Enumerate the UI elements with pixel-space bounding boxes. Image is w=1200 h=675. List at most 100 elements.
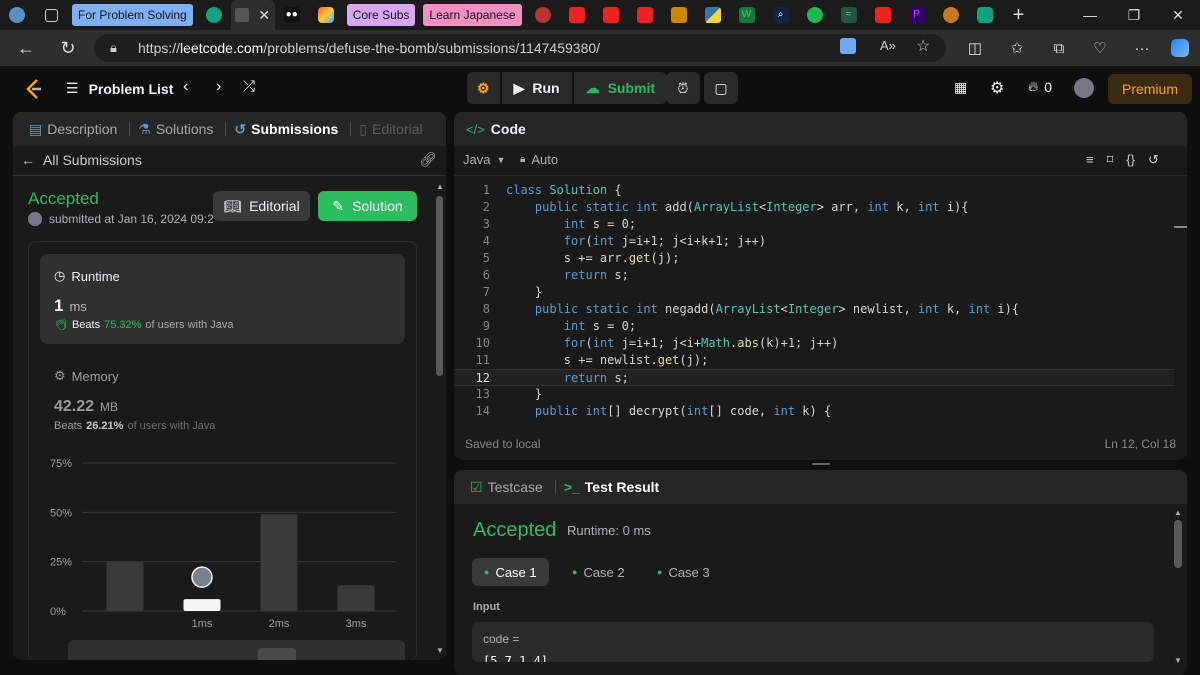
chart-bar[interactable] — [260, 514, 298, 611]
read-aloud-icon[interactable]: A» — [880, 38, 896, 53]
tab-group-problem-solving[interactable]: For Problem Solving — [72, 4, 193, 26]
minimize-icon[interactable]: — — [1068, 0, 1112, 30]
refresh-icon[interactable]: ↻ — [50, 30, 86, 66]
tab-solutions[interactable]: ⚗ Solutions — [134, 121, 217, 138]
tab-active[interactable]: ✕ — [230, 0, 275, 30]
format-icon[interactable]: ≡ — [1086, 152, 1094, 168]
spotify-tab-icon[interactable] — [798, 0, 832, 30]
tab-submissions[interactable]: ↺ Submissions — [230, 121, 342, 138]
youtube-tab-icon[interactable] — [866, 0, 900, 30]
scroll-down-icon[interactable]: ▼ — [1174, 656, 1182, 665]
case-1-tab[interactable]: ● Case 1 — [472, 558, 549, 586]
scroll-up-icon[interactable]: ▲ — [1174, 508, 1182, 517]
tab-icon-1[interactable] — [526, 0, 560, 30]
new-tab-icon[interactable]: + — [1002, 0, 1036, 30]
tab-testcase[interactable]: ☑ Testcase — [466, 479, 547, 496]
prev-problem-icon[interactable]: ‹ — [183, 78, 188, 96]
close-window-icon[interactable]: ✕ — [1156, 0, 1200, 30]
scroll-down-icon[interactable]: ▼ — [436, 646, 444, 655]
case-3-tab[interactable]: ● Case 3 — [645, 558, 722, 586]
avatar — [28, 212, 42, 226]
edge-profile-icon[interactable] — [0, 0, 34, 30]
chatgpt-tab-icon[interactable] — [197, 0, 231, 30]
chart-bar[interactable] — [337, 585, 375, 611]
notes-button[interactable]: ▢ — [704, 72, 738, 104]
shuffle-icon[interactable]: ⤮ — [243, 78, 255, 95]
tab-test-result[interactable]: >_ Test Result — [560, 479, 663, 495]
tab-description[interactable]: ▤ Description — [25, 121, 121, 138]
settings-gear-icon[interactable]: ⚙ — [990, 78, 1004, 98]
more-menu-icon[interactable]: ··· — [1130, 36, 1154, 60]
runtime-card[interactable]: ◷ Runtime 1 ms 👏︎ Beats 75.32% of users w… — [40, 254, 405, 344]
line-number: 9 — [482, 319, 490, 333]
youtube-tab-icon[interactable] — [628, 0, 662, 30]
tab-editorial[interactable]: ▯ Editorial — [355, 121, 426, 138]
chart-bar[interactable] — [183, 599, 221, 611]
line-number: 12 — [475, 371, 490, 385]
debug-button[interactable]: ⚙ — [467, 72, 500, 104]
copilot-icon[interactable] — [1168, 36, 1192, 60]
reset-icon[interactable]: ↺ — [1148, 152, 1159, 168]
your-submission-avatar — [191, 566, 213, 588]
split-screen-icon[interactable]: ◫ — [963, 36, 987, 60]
tab-icon-5[interactable]: P — [900, 0, 934, 30]
tab-icon-3[interactable]: W — [730, 0, 764, 30]
memory-card[interactable]: ⚙ Memory 42.22 MB Beats 26.21% of users w… — [40, 360, 405, 440]
run-button[interactable]: ▶ Run — [501, 72, 572, 104]
all-submissions-link[interactable]: ← All Submissions — [21, 152, 142, 168]
tab-icon-4[interactable]: ≈ — [832, 0, 866, 30]
submit-button[interactable]: ☁ Submit — [573, 72, 668, 104]
search-tab-icon[interactable]: ⌕ — [764, 0, 798, 30]
solution-button[interactable]: ✎ Solution — [318, 191, 417, 221]
medium-tab-icon[interactable]: ●● — [275, 0, 309, 30]
language-select[interactable]: Java ▼ — [463, 152, 505, 167]
chatgpt-tab-icon[interactable] — [968, 0, 1002, 30]
favorites-icon[interactable]: ✩ — [1005, 36, 1029, 60]
tab-group-core-subs[interactable]: Core Subs — [346, 4, 416, 26]
avatar[interactable] — [1074, 78, 1094, 98]
tab-icon-6[interactable] — [934, 0, 968, 30]
result-scrollbar[interactable]: ▲ ▼ — [1172, 506, 1185, 675]
tab-icon-2[interactable] — [662, 0, 696, 30]
coupon-icon[interactable] — [840, 38, 856, 54]
case-2-tab[interactable]: ● Case 2 — [560, 558, 637, 586]
browser-essentials-icon[interactable]: ♡ — [1088, 36, 1112, 60]
code-editor[interactable]: 1 class Solution {2 public static int add… — [454, 182, 1174, 422]
tab-group-learn-japanese[interactable]: Learn Japanese — [423, 4, 522, 26]
scroll-thumb[interactable] — [1174, 520, 1182, 568]
streak-counter[interactable]: 🔥︎ 0 — [1028, 78, 1052, 95]
python-tab-icon[interactable] — [696, 0, 730, 30]
timer-button[interactable]: ⏰︎ — [666, 72, 700, 104]
premium-button[interactable]: Premium — [1108, 74, 1192, 104]
memory-unit: MB — [100, 400, 119, 414]
problem-list-button[interactable]: ☰ Problem List — [66, 80, 173, 97]
braces-icon[interactable]: {} — [1126, 152, 1135, 168]
youtube-tab-icon[interactable] — [560, 0, 594, 30]
youtube-tab-icon[interactable] — [594, 0, 628, 30]
left-scrollbar[interactable]: ▲ ▼ — [433, 178, 445, 660]
tab-actions-icon[interactable] — [34, 0, 68, 30]
back-icon[interactable]: ← — [8, 30, 44, 66]
favorite-star-icon[interactable]: ☆ — [916, 36, 930, 56]
bookmark-icon[interactable]: ⌑ — [1107, 152, 1114, 168]
memory-title: ⚙ Memory — [54, 368, 119, 384]
editorial-button[interactable]: 📖︎ Editorial — [213, 191, 310, 221]
terminal-icon: >_ — [563, 479, 580, 495]
scroll-thumb[interactable] — [436, 196, 443, 376]
chart-bar[interactable] — [106, 561, 144, 611]
leetcode-logo-icon[interactable] — [24, 78, 44, 100]
next-problem-icon[interactable]: › — [216, 78, 221, 96]
input-label: Input — [473, 601, 500, 613]
layout-icon[interactable]: ▦ — [954, 79, 967, 96]
maximize-icon[interactable]: ❐ — [1112, 0, 1156, 30]
auto-mode[interactable]: 🔒︎ Auto — [520, 152, 558, 167]
resize-handle[interactable] — [812, 463, 830, 465]
scroll-up-icon[interactable]: ▲ — [436, 182, 444, 191]
close-tab-icon[interactable]: ✕ — [258, 7, 270, 24]
collections-icon[interactable]: ⧉ — [1047, 36, 1071, 60]
line-number: 11 — [475, 353, 490, 367]
copilot-tab-icon[interactable] — [309, 0, 343, 30]
link-icon[interactable]: 🔗︎ — [419, 151, 437, 168]
url-field[interactable]: 🔒︎ https://leetcode.com/problems/defuse-… — [94, 34, 946, 62]
code-text: for(int j=i+1; j<i+Math.abs(k)+1; j++) — [563, 336, 839, 350]
